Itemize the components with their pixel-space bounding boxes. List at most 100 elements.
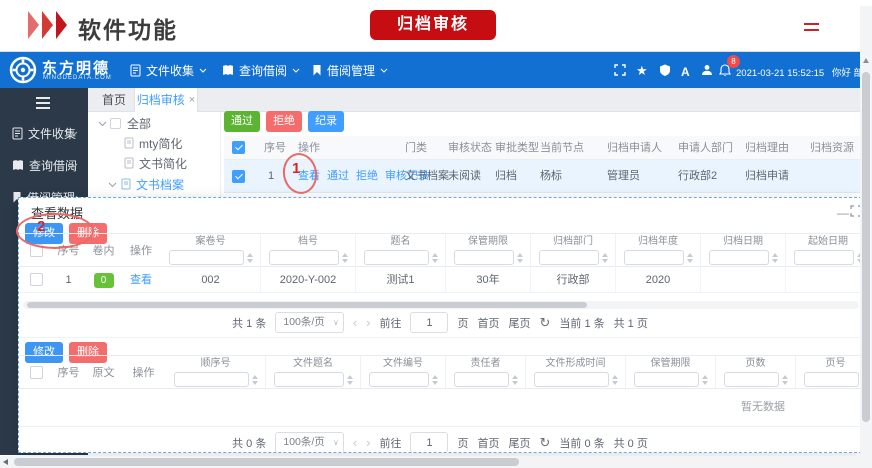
close-icon[interactable]: ×: [189, 88, 195, 112]
page-size-select[interactable]: 100条/页 ∨: [275, 432, 343, 453]
filter-input[interactable]: [364, 250, 429, 265]
page-size-select[interactable]: 100条/页 ∨: [275, 312, 343, 333]
tree-expand-icon[interactable]: [108, 182, 117, 188]
sort-icon[interactable]: [512, 375, 518, 385]
sort-icon[interactable]: [347, 375, 353, 385]
first-page-link[interactable]: 首页: [477, 435, 499, 451]
sort-icon[interactable]: [432, 253, 438, 263]
filter-input[interactable]: [454, 372, 509, 387]
sort-icon[interactable]: [687, 253, 693, 263]
empty-data-text: 暂无数据: [741, 398, 785, 414]
refresh-icon[interactable]: ↻: [539, 435, 550, 451]
tree-node-selected[interactable]: 文书档案: [136, 176, 184, 193]
scrollbar-thumb[interactable]: [27, 302, 587, 308]
sort-icon[interactable]: [702, 375, 708, 385]
scrollbar-thumb[interactable]: [862, 72, 870, 422]
feature-badge: 归档审核: [370, 10, 496, 40]
first-page-link[interactable]: 首页: [477, 315, 499, 331]
inner-count-badge[interactable]: 0: [94, 273, 114, 288]
star-icon[interactable]: ★: [636, 63, 648, 79]
menu-icon[interactable]: [804, 23, 819, 35]
volume-table-row[interactable]: 1 0 查看 002 2020-Y-002 测试1 30年 行政部 2020: [19, 267, 861, 293]
next-page-icon[interactable]: ›: [366, 436, 370, 449]
nav-item-borrow-manage[interactable]: 借阅管理: [312, 52, 388, 88]
filter-col-page-no: 页号: [796, 356, 862, 390]
review-table-row[interactable]: 1 查看 通过 拒绝 审核记录 文书档案 未阅读 归档 杨标 管理员 行政部2 …: [224, 160, 860, 193]
filter-input[interactable]: [269, 250, 339, 265]
user-icon[interactable]: [701, 64, 713, 76]
col-original: 原文: [86, 356, 121, 390]
sort-icon[interactable]: [612, 375, 618, 385]
filter-input[interactable]: [169, 250, 244, 265]
nav-item-file-collect[interactable]: 文件收集: [130, 52, 207, 88]
approve-button[interactable]: 通过: [224, 111, 260, 132]
filter-input[interactable]: [539, 250, 599, 265]
select-all-checkbox[interactable]: [232, 141, 245, 154]
sort-icon[interactable]: [517, 253, 523, 263]
tree-node[interactable]: mty简化: [139, 135, 182, 152]
row-checkbox[interactable]: [30, 273, 43, 286]
filter-input[interactable]: [369, 372, 429, 387]
sort-icon[interactable]: [432, 375, 438, 385]
sort-icon[interactable]: [772, 253, 778, 263]
approve-link[interactable]: 通过: [327, 160, 349, 193]
tree-expand-icon[interactable]: [98, 121, 107, 127]
filter-input[interactable]: [709, 250, 769, 265]
collapse-menu-icon[interactable]: [36, 97, 50, 112]
filter-input[interactable]: [624, 250, 684, 265]
filter-col-archive-dept: 归档部门: [531, 234, 616, 268]
scrollbar-thumb[interactable]: [14, 458, 519, 466]
sort-icon[interactable]: [782, 375, 788, 385]
filter-input[interactable]: [174, 372, 249, 387]
record-button[interactable]: 纪录: [308, 111, 344, 132]
next-page-icon[interactable]: ›: [366, 316, 370, 329]
tab-archive-review[interactable]: 归档审核 ×: [134, 88, 198, 112]
last-page-link[interactable]: 尾页: [508, 315, 530, 331]
filter-input[interactable]: [794, 250, 854, 265]
tree-checkbox[interactable]: [110, 118, 121, 129]
filter-label: 起始日期: [786, 236, 862, 248]
scroll-left-icon[interactable]: [3, 459, 8, 465]
prev-page-icon[interactable]: ‹: [353, 316, 357, 329]
filter-col-archive-year: 归档年度: [616, 234, 701, 268]
reject-button[interactable]: 拒绝: [266, 111, 302, 132]
goto-page-input[interactable]: [410, 432, 448, 453]
goto-page-input[interactable]: [410, 312, 448, 333]
filter-input[interactable]: [724, 372, 779, 387]
tree-node-root[interactable]: 全部: [127, 115, 151, 132]
document-icon: [130, 64, 141, 77]
sort-icon[interactable]: [252, 375, 258, 385]
refresh-icon[interactable]: ↻: [539, 315, 550, 331]
minimize-icon[interactable]: —: [837, 207, 849, 219]
filter-input[interactable]: [454, 250, 514, 265]
filter-input[interactable]: [534, 372, 609, 387]
prev-page-icon[interactable]: ‹: [353, 436, 357, 449]
last-page-link[interactable]: 尾页: [508, 435, 530, 451]
sort-icon[interactable]: [342, 253, 348, 263]
tree-node[interactable]: 文书简化: [139, 155, 187, 172]
filter-input[interactable]: [634, 372, 699, 387]
filter-label: 归档年度: [616, 236, 700, 248]
review-table-header: 序号 操作 门类 审核状态 审批类型 当前节点 归档申请人 申请人部门 归档理由…: [224, 136, 860, 160]
volume-pagination: 共 1 条 100条/页 ∨ ‹ › 前往 页 首页 尾页 ↻ 当前 1 条 共…: [19, 312, 861, 333]
tab-home[interactable]: 首页: [94, 88, 134, 112]
font-size-icon[interactable]: A: [681, 65, 690, 79]
filter-input[interactable]: [804, 372, 859, 387]
filter-col-archive-no: 档号: [261, 234, 356, 268]
fullscreen-icon[interactable]: [614, 64, 626, 76]
shield-icon[interactable]: [659, 64, 671, 76]
nav-item-query-borrow[interactable]: 查询借阅: [222, 52, 300, 88]
sort-icon[interactable]: [247, 253, 253, 263]
filter-label: 文件编号: [361, 358, 445, 370]
row-checkbox[interactable]: [232, 170, 245, 183]
filter-input[interactable]: [274, 372, 344, 387]
cell-seq: 1: [51, 267, 86, 293]
reject-link[interactable]: 拒绝: [356, 160, 378, 193]
sidebar-item-file-collect[interactable]: 文件收集: [0, 118, 88, 148]
scroll-up-icon[interactable]: [863, 58, 869, 63]
sort-icon[interactable]: [602, 253, 608, 263]
filter-label: 责任者: [446, 358, 525, 370]
view-link[interactable]: 查看: [121, 267, 161, 293]
sidebar-item-query-borrow[interactable]: 查询借阅: [0, 150, 88, 180]
select-all-checkbox[interactable]: [30, 366, 43, 379]
